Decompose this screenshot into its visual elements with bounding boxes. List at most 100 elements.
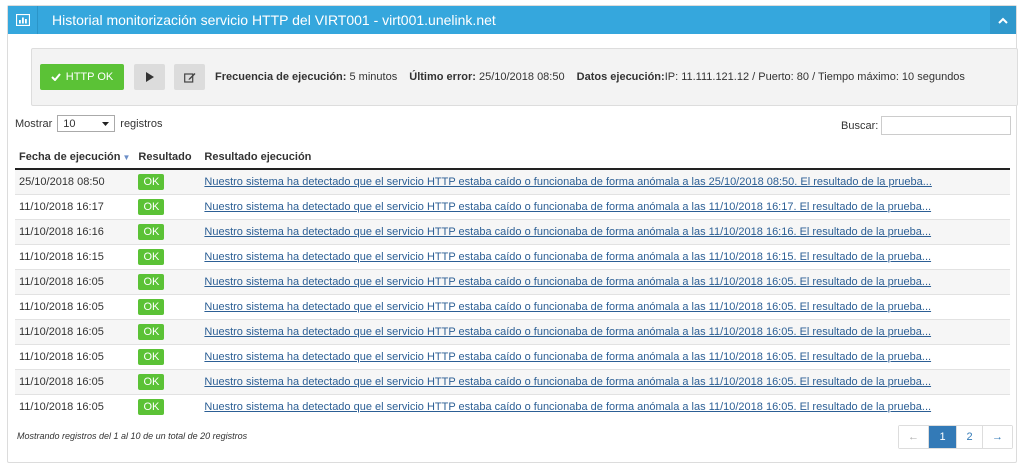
search-label: Buscar: [841,119,879,132]
column-header-fecha[interactable]: Fecha de ejecución ▼ [15,146,135,170]
status-badge: OK [138,249,165,265]
edit-button[interactable] [174,64,205,90]
resultado-cell: OK [134,168,201,195]
fecha-cell: 11/10/2018 16:05 [15,369,135,395]
pagination: ← 1 2 → [898,425,1013,449]
table-row: 11/10/2018 16:05 OK Nuestro sistema ha det… [15,294,1010,320]
datos-ejecucion-value: IP: 11.111.121.12 / Puerto: 80 / Tiempo … [664,71,965,83]
page-length-value: 10 [63,117,76,130]
column-header-resultado[interactable]: Resultado [134,146,201,170]
fecha-cell: 11/10/2018 16:05 [15,394,135,419]
table-header-row: Fecha de ejecución ▼ Resultado Resultado … [15,146,1010,170]
resultado-ejecucion-cell: Nuestro sistema ha detectado que el serv… [200,168,1010,195]
fecha-cell: 25/10/2018 08:50 [15,168,135,195]
table-row: 25/10/2018 08:50 OK Nuestro sistema ha det… [15,168,1010,195]
page-length-select[interactable]: 10 [57,115,116,132]
resultado-ejecucion-cell: Nuestro sistema ha detectado que el serv… [200,344,1010,370]
resultado-cell: OK [134,269,201,295]
fecha-cell: 11/10/2018 16:16 [15,219,135,245]
frecuencia-value: 5 minutos [349,71,398,83]
result-detail-link[interactable]: Nuestro sistema ha detectado que el serv… [204,251,931,263]
sort-desc-icon: ▼ [122,153,131,162]
result-detail-link[interactable]: Nuestro sistema ha detectado que el serv… [204,401,931,413]
table-info: Mostrando registros del 1 al 10 de un to… [17,431,248,441]
resultado-ejecucion-cell: Nuestro sistema ha detectado que el serv… [200,394,1010,419]
result-detail-link[interactable]: Nuestro sistema ha detectado que el serv… [204,326,931,338]
resultado-cell: OK [134,369,201,395]
resultado-ejecucion-cell: Nuestro sistema ha detectado que el serv… [200,369,1010,395]
column-header-resultado-ejecucion[interactable]: Resultado ejecución [200,146,1010,170]
resultado-ejecucion-cell: Nuestro sistema ha detectado que el serv… [200,269,1010,295]
status-badge: OK [138,324,165,340]
result-detail-link[interactable]: Nuestro sistema ha detectado que el serv… [204,176,931,188]
history-table: Fecha de ejecución ▼ Resultado Resultado … [15,146,1010,419]
pagination-page-2[interactable]: 2 [957,426,983,448]
resultado-ejecucion-cell: Nuestro sistema ha detectado que el serv… [200,244,1010,270]
pagination-next-button[interactable]: → [983,426,1012,448]
fecha-cell: 11/10/2018 16:05 [15,344,135,370]
resultado-cell: OK [134,294,201,320]
resultado-cell: OK [134,244,201,270]
ultimo-error-value: 25/10/2018 08:50 [478,71,565,83]
bar-chart-icon [8,6,38,34]
table-row: 11/10/2018 16:05 OK Nuestro sistema ha det… [15,269,1010,295]
status-badge: OK [138,349,165,365]
table-row: 11/10/2018 16:17 OK Nuestro sistema ha det… [15,194,1010,220]
status-badge: OK [138,299,165,315]
resultado-cell: OK [134,319,201,345]
check-icon [51,73,61,81]
result-detail-link[interactable]: Nuestro sistema ha detectado que el serv… [204,276,931,288]
table-row: 11/10/2018 16:16 OK Nuestro sistema ha det… [15,219,1010,245]
edit-icon [183,72,195,83]
panel-header: Historial monitorización servicio HTTP d… [8,6,1016,34]
table-row: 11/10/2018 16:05 OK Nuestro sistema ha det… [15,319,1010,345]
caret-down-icon [102,121,110,126]
fecha-cell: 11/10/2018 16:17 [15,194,135,220]
chevron-up-icon [998,17,1008,24]
datos-ejecucion-label: Datos ejecución: [576,71,665,83]
table-row: 11/10/2018 16:05 OK Nuestro sistema ha det… [15,344,1010,370]
status-badge: OK [138,274,165,290]
result-detail-link[interactable]: Nuestro sistema ha detectado que el serv… [204,376,931,388]
page-length-control: Mostrar 10 registros [15,115,162,132]
status-badge: OK [138,174,165,190]
result-detail-link[interactable]: Nuestro sistema ha detectado que el serv… [204,226,931,238]
resultado-ejecucion-cell: Nuestro sistema ha detectado que el serv… [200,319,1010,345]
status-badge: OK [138,399,165,415]
result-detail-link[interactable]: Nuestro sistema ha detectado que el serv… [204,201,931,213]
fecha-cell: 11/10/2018 16:05 [15,294,135,320]
status-badge: OK [138,199,165,215]
resultado-ejecucion-cell: Nuestro sistema ha detectado que el serv… [200,194,1010,220]
http-status-button[interactable]: HTTP OK [40,64,124,90]
length-suffix: registros [120,117,163,130]
result-detail-link[interactable]: Nuestro sistema ha detectado que el serv… [204,351,931,363]
resultado-cell: OK [134,194,201,220]
service-toolbar: HTTP OK Frecuencia de ejecución: 5 minut… [31,48,1018,106]
status-badge: OK [138,224,165,240]
table-row: 11/10/2018 16:15 OK Nuestro sistema ha det… [15,244,1010,270]
length-prefix: Mostrar [15,117,53,130]
collapse-button[interactable] [990,6,1016,34]
service-info: Frecuencia de ejecución: 5 minutos Últim… [215,64,965,90]
fecha-cell: 11/10/2018 16:05 [15,319,135,345]
pagination-prev-button[interactable]: ← [899,426,929,448]
panel-title: Historial monitorización servicio HTTP d… [52,12,496,28]
table-row: 11/10/2018 16:05 OK Nuestro sistema ha det… [15,369,1010,395]
resultado-cell: OK [134,219,201,245]
fecha-cell: 11/10/2018 16:05 [15,269,135,295]
play-icon [145,72,154,82]
fecha-cell: 11/10/2018 16:15 [15,244,135,270]
frecuencia-label: Frecuencia de ejecución: [215,71,347,83]
result-detail-link[interactable]: Nuestro sistema ha detectado que el serv… [204,301,931,313]
search-control: Buscar: [841,116,1012,135]
run-now-button[interactable] [134,64,165,90]
ultimo-error-label: Último error: [409,71,476,83]
pagination-page-1[interactable]: 1 [929,426,957,448]
resultado-cell: OK [134,394,201,419]
resultado-ejecucion-cell: Nuestro sistema ha detectado que el serv… [200,294,1010,320]
search-input[interactable] [881,116,1012,135]
status-badge: OK [138,374,165,390]
resultado-cell: OK [134,344,201,370]
table-row: 11/10/2018 16:05 OK Nuestro sistema ha det… [15,394,1010,419]
http-status-label: HTTP OK [65,71,114,83]
